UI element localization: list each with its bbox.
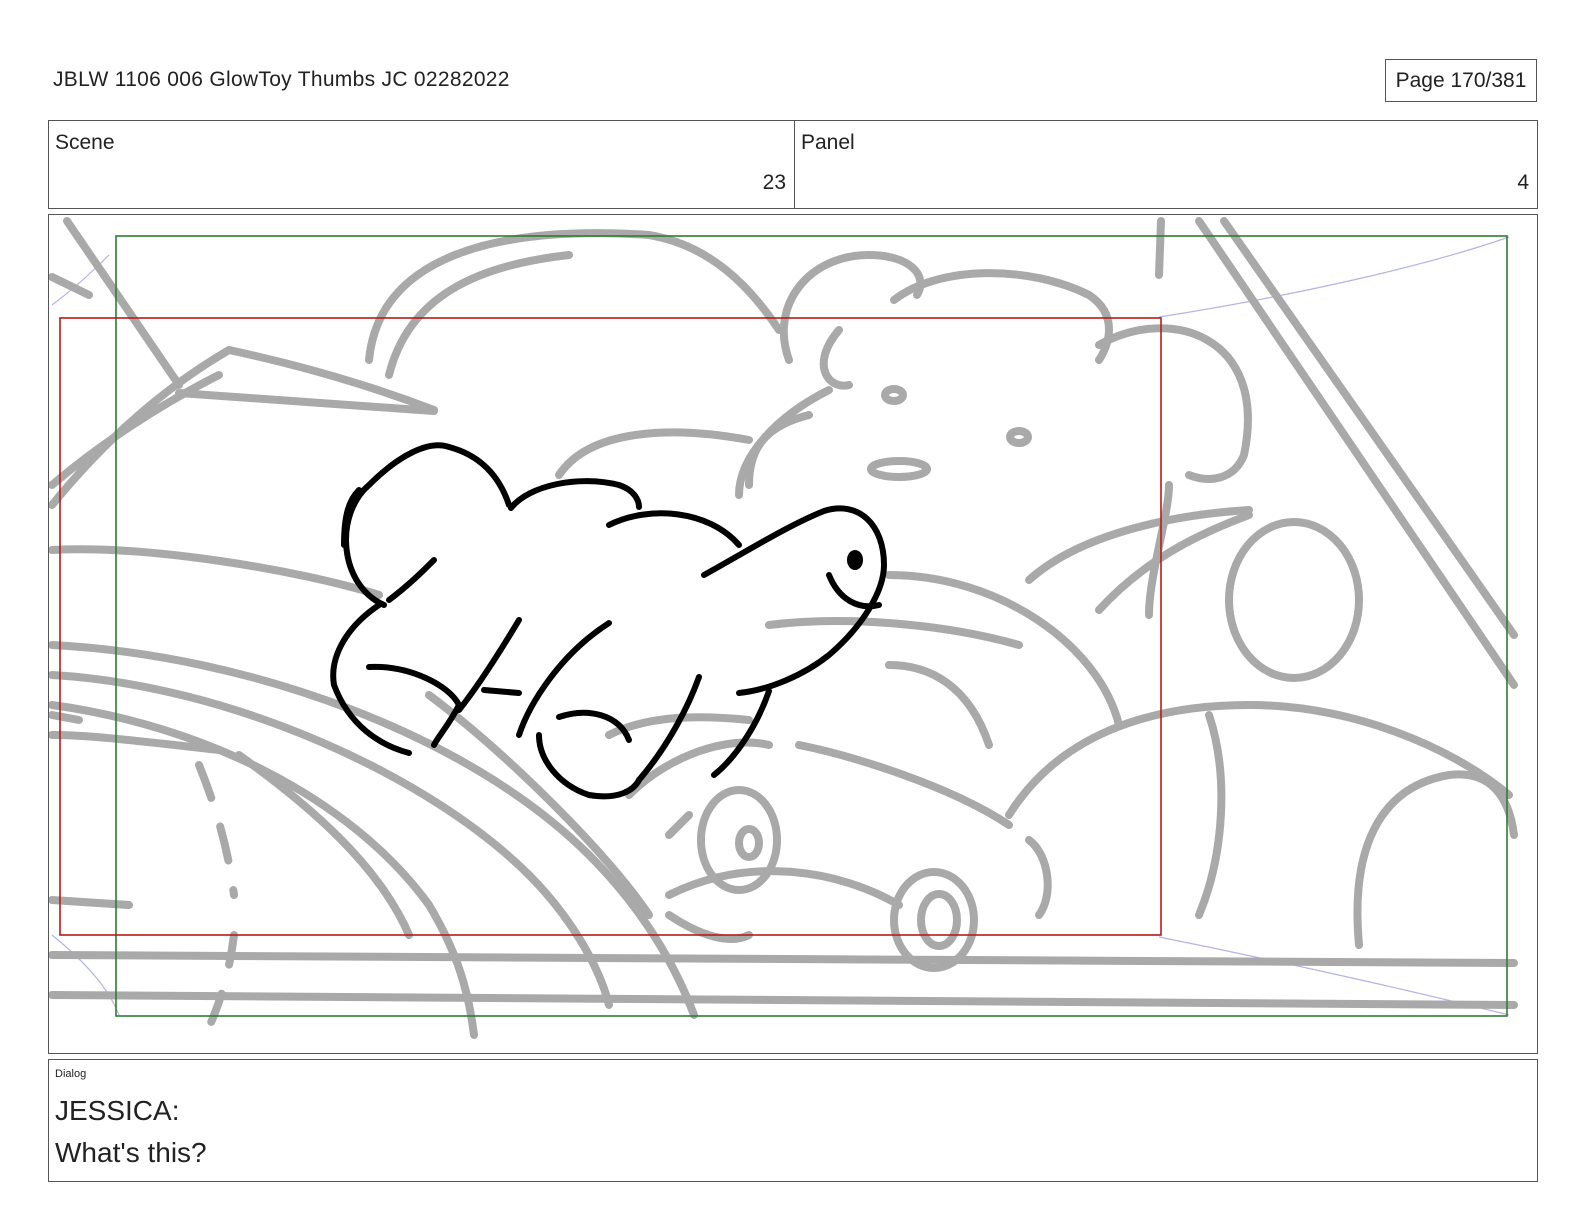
sketch-stroke xyxy=(49,711,83,724)
document-title: JBLW 1106 006 GlowToy Thumbs JC 02282022 xyxy=(53,68,510,91)
sketch-stroke xyxy=(49,896,133,909)
sketch-stroke xyxy=(745,411,813,489)
sketch-stroke xyxy=(555,428,753,479)
dialog-speaker: JESSICA: xyxy=(55,1095,180,1126)
dialog-box: Dialog JESSICA: What's this? xyxy=(48,1059,1538,1182)
sketch-stroke xyxy=(779,251,925,364)
sketch-stroke xyxy=(49,346,438,509)
character-outline xyxy=(386,557,437,603)
storyboard-frame xyxy=(48,214,1538,1054)
sketch-stroke xyxy=(1353,770,1518,949)
scene-number: 23 xyxy=(762,171,786,194)
sketch-stroke xyxy=(665,811,693,839)
bear-nose xyxy=(867,457,931,481)
character-eye xyxy=(847,550,863,570)
sketch-stroke xyxy=(205,931,238,1031)
dialog-text: What's this? xyxy=(55,1137,207,1168)
sketch-stroke xyxy=(1095,324,1252,483)
dialog-label: Dialog xyxy=(55,1068,87,1080)
character-outline xyxy=(711,688,772,778)
sketch-stroke xyxy=(819,326,853,390)
character-outline xyxy=(343,442,512,608)
sketch-stroke xyxy=(49,545,383,599)
sketch-stroke xyxy=(795,741,1013,829)
sketch-stroke xyxy=(890,269,1113,364)
sketch-stroke xyxy=(1195,711,1226,919)
toy-wheel xyxy=(890,868,978,972)
sketch-stroke xyxy=(1155,217,1165,279)
scene-cell: Scene 23 xyxy=(49,121,795,208)
guide-line xyxy=(51,934,120,1016)
scene-panel-info: Scene 23 Panel 4 xyxy=(48,120,1538,209)
storyboard-sketch xyxy=(49,217,1518,1039)
panel-cell: Panel 4 xyxy=(795,121,1537,208)
safe-area-frame xyxy=(115,235,1508,1017)
sketch-stroke xyxy=(195,761,238,899)
sketch-stroke xyxy=(665,867,903,909)
character-outline xyxy=(536,732,642,800)
panel-label: Panel xyxy=(801,131,855,154)
character-outline xyxy=(508,478,642,511)
sketch-stroke xyxy=(1005,701,1513,819)
panel-number: 4 xyxy=(1517,171,1529,194)
character-outline xyxy=(456,617,522,713)
sketch-stroke xyxy=(1220,217,1518,639)
sketch-stroke xyxy=(365,229,783,364)
bear-eye xyxy=(1006,427,1032,447)
character-outline xyxy=(606,510,742,548)
background-sketch xyxy=(49,217,1518,1039)
sketch-stroke xyxy=(885,571,1123,729)
character-outline xyxy=(556,709,632,743)
bear-eye xyxy=(881,385,907,405)
guide-line xyxy=(1158,236,1510,318)
sketch-stroke xyxy=(49,991,1518,1009)
page-indicator: Page 170/381 xyxy=(1385,59,1537,102)
toy-wheel-hub xyxy=(735,825,763,861)
sketch-stroke xyxy=(765,617,1023,649)
sketch-stroke xyxy=(885,661,993,749)
sketch-stroke xyxy=(235,751,413,939)
scene-label: Scene xyxy=(55,131,115,154)
sketch-stroke xyxy=(49,951,1518,967)
sketch-stroke xyxy=(1025,836,1052,919)
wheel xyxy=(1225,518,1363,682)
sketch-stroke xyxy=(63,217,183,389)
character-outline xyxy=(481,687,522,696)
toy-wheel-hub xyxy=(917,890,961,950)
